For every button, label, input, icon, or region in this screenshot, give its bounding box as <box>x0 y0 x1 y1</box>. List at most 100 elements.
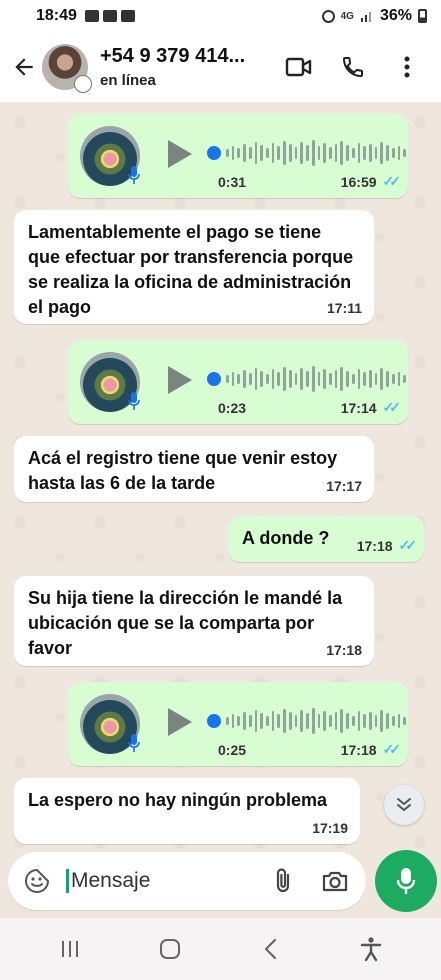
attach-button[interactable] <box>266 864 300 898</box>
waveform-bar <box>317 372 321 386</box>
waveform-bar <box>397 146 401 160</box>
waveform[interactable] <box>226 138 406 168</box>
waveform-bar <box>277 146 281 160</box>
waveform-bar <box>391 374 395 384</box>
accessibility-button[interactable] <box>351 929 391 969</box>
scroll-to-bottom-button[interactable] <box>384 785 424 825</box>
waveform-bar <box>300 368 304 390</box>
playback-position-dot[interactable] <box>207 714 221 728</box>
waveform-bar <box>283 367 286 391</box>
incoming-message[interactable]: Su hija tiene la dirección le mandé la u… <box>14 576 374 666</box>
incoming-message[interactable]: Lamentablemente el pago se tiene que efe… <box>14 210 374 324</box>
waveform-bar <box>288 144 292 162</box>
message-text: Su hija tiene la dirección le mandé la u… <box>28 588 343 658</box>
emoji-sticker-button[interactable] <box>22 866 52 896</box>
waveform-bar <box>226 717 229 725</box>
waveform-bar <box>363 714 366 728</box>
back-nav-button[interactable] <box>251 929 291 969</box>
message-time: 17:18 <box>356 537 393 554</box>
avatar[interactable] <box>42 44 92 93</box>
double-chevron-down-icon <box>397 798 411 811</box>
waveform-bar <box>386 145 389 161</box>
arrow-left-icon <box>15 58 33 76</box>
waveform-bar <box>306 713 309 729</box>
waveform-bar <box>346 145 349 161</box>
waveform-bar <box>340 141 344 165</box>
video-call-button[interactable] <box>281 49 317 85</box>
message-composer <box>8 852 366 910</box>
waveform[interactable] <box>226 364 406 394</box>
play-icon[interactable] <box>164 136 196 172</box>
waveform-bar <box>328 373 332 385</box>
app-notification-icon <box>120 10 135 22</box>
waveform-bar <box>243 144 246 162</box>
waveform-bar <box>403 149 406 157</box>
waveform-bar <box>403 717 406 725</box>
waveform-bar <box>271 369 275 389</box>
waveform-bar <box>357 711 361 731</box>
waveform-bar <box>317 146 321 160</box>
waveform[interactable] <box>226 706 406 736</box>
outgoing-message[interactable]: A donde ? 17:18 ✓✓ <box>228 516 424 562</box>
contact-info[interactable]: +54 9 379 414... en línea <box>100 45 245 89</box>
waveform-bar <box>317 714 321 728</box>
waveform-bar <box>248 147 252 159</box>
home-icon <box>160 939 181 959</box>
play-icon[interactable] <box>164 704 196 740</box>
voice-duration: 0:25 <box>218 742 247 758</box>
playback-position-dot[interactable] <box>207 372 221 386</box>
waveform-bar <box>386 371 389 387</box>
voice-message[interactable]: 0:25 17:18 ✓✓ <box>68 682 408 766</box>
waveform-bar <box>237 148 241 158</box>
waveform-bar <box>231 372 235 386</box>
waveform-bar <box>363 372 366 386</box>
status-badge-icon <box>74 75 92 93</box>
signal-icon <box>360 12 371 22</box>
more-options-button[interactable] <box>389 49 425 85</box>
incoming-message[interactable]: Acá el registro tiene que venir estoy ha… <box>14 436 374 502</box>
waveform-bar <box>368 144 372 162</box>
message-text: Lamentablemente el pago se tiene que efe… <box>28 222 354 317</box>
waveform-bar <box>323 711 326 731</box>
waveform-bar <box>237 716 241 726</box>
waveform-bar <box>351 716 355 726</box>
waveform-bar <box>283 141 286 165</box>
waveform-bar <box>397 714 401 728</box>
waveform-bar <box>283 709 286 733</box>
accessibility-icon <box>360 937 382 962</box>
chat-area[interactable]: 0:31 16:59 ✓✓ Lamentablemente el pago se … <box>0 102 441 850</box>
waveform-bar <box>260 713 264 729</box>
message-text: Acá el registro tiene que venir estoy ha… <box>28 448 338 493</box>
waveform-bar <box>306 145 309 161</box>
recent-apps-button[interactable] <box>50 929 90 969</box>
battery-percent: 36% <box>379 7 412 24</box>
gallery-notification-icon <box>84 10 99 22</box>
voice-message[interactable]: 0:31 16:59 ✓✓ <box>68 114 408 198</box>
camera-button[interactable] <box>318 864 352 898</box>
voice-call-button[interactable] <box>335 49 371 85</box>
message-time: 17:18 <box>326 642 362 658</box>
voice-record-button[interactable] <box>375 850 437 912</box>
message-time: 17:19 <box>312 820 348 836</box>
message-text: La espero no hay ningún problema <box>28 790 328 810</box>
back-button[interactable] <box>4 47 44 87</box>
home-button[interactable] <box>150 929 190 969</box>
waveform-bar <box>277 372 281 386</box>
play-icon[interactable] <box>164 362 196 398</box>
playback-position-dot[interactable] <box>207 146 221 160</box>
voice-duration: 0:23 <box>218 400 247 416</box>
voice-message[interactable]: 0:23 17:14 ✓✓ <box>68 340 408 424</box>
waveform-bar <box>271 711 275 731</box>
waveform-bar <box>254 142 258 164</box>
waveform-bar <box>334 144 338 162</box>
waveform-bar <box>254 368 258 390</box>
battery-icon <box>418 9 427 23</box>
contact-name: +54 9 379 414... <box>100 45 246 67</box>
waveform-bar <box>397 372 401 386</box>
incoming-message[interactable]: La espero no hay ningún problema 17:19 <box>14 778 360 844</box>
waveform-bar <box>260 145 264 161</box>
message-time: 16:59 <box>340 173 377 190</box>
message-time: 17:17 <box>326 478 362 494</box>
waveform-bar <box>351 148 355 158</box>
message-input[interactable] <box>71 869 241 893</box>
